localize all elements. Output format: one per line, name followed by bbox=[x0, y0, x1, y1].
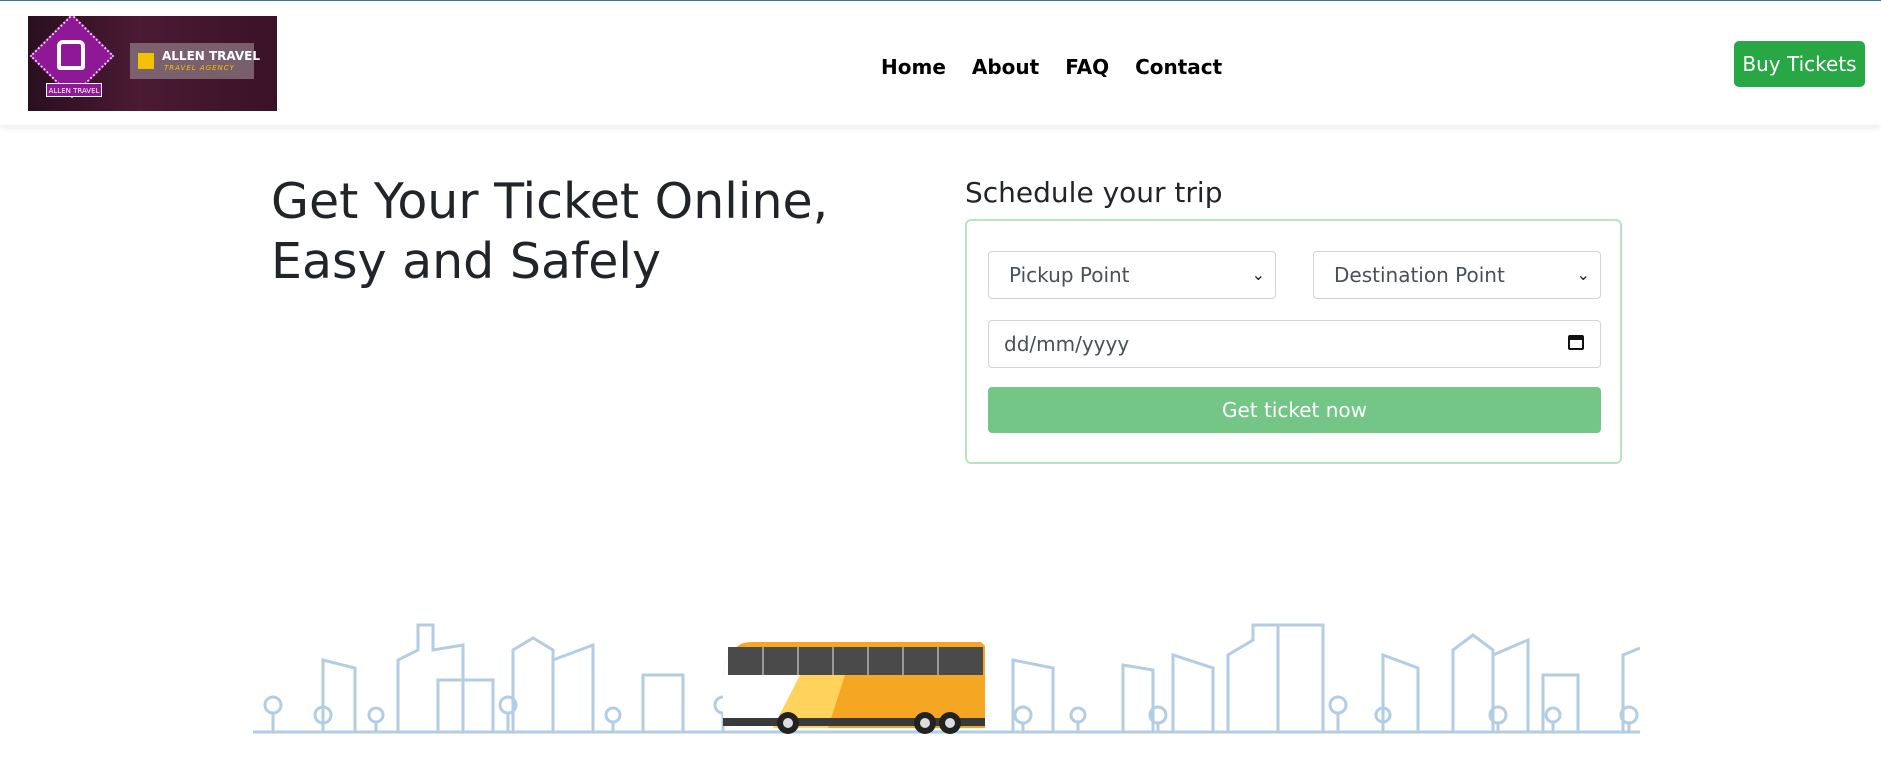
destination-select[interactable]: Destination Point ⌄ bbox=[1313, 251, 1601, 299]
form-heading: Schedule your trip bbox=[965, 176, 1223, 209]
site-logo[interactable]: ALLEN TRAVEL ALLEN TRAVEL TRAVEL AGENCY bbox=[28, 16, 277, 111]
hero-line-1: Get Your Ticket Online, bbox=[271, 173, 829, 230]
calendar-icon[interactable] bbox=[1568, 335, 1584, 350]
bus-image bbox=[723, 642, 985, 734]
bus-icon bbox=[57, 40, 85, 70]
nav-home[interactable]: Home bbox=[881, 55, 946, 79]
destination-select-value: Destination Point bbox=[1334, 263, 1505, 287]
site-header: ALLEN TRAVEL ALLEN TRAVEL TRAVEL AGENCY … bbox=[0, 1, 1881, 125]
chevron-down-icon: ⌄ bbox=[1576, 265, 1590, 284]
buy-tickets-button[interactable]: Buy Tickets bbox=[1734, 41, 1865, 87]
hero-title: Get Your Ticket Online, Easy and Safely bbox=[271, 172, 871, 292]
pickup-select[interactable]: Pickup Point ⌄ bbox=[988, 251, 1276, 299]
date-input[interactable]: dd/mm/yyyy bbox=[988, 320, 1601, 368]
logo-badge: ALLEN TRAVEL bbox=[46, 83, 102, 97]
logo-panel: ALLEN TRAVEL TRAVEL AGENCY bbox=[130, 43, 260, 79]
nav-faq[interactable]: FAQ bbox=[1065, 55, 1109, 79]
get-ticket-button[interactable]: Get ticket now bbox=[988, 387, 1601, 433]
main-nav: Home About FAQ Contact bbox=[881, 55, 1222, 79]
logo-title: ALLEN TRAVEL bbox=[162, 49, 261, 63]
chevron-down-icon: ⌄ bbox=[1251, 265, 1265, 284]
hero-line-2: Easy and Safely bbox=[271, 233, 661, 290]
pickup-select-value: Pickup Point bbox=[1009, 263, 1130, 287]
nav-about[interactable]: About bbox=[972, 55, 1039, 79]
logo-subtitle: TRAVEL AGENCY bbox=[164, 64, 235, 72]
logo-square-icon bbox=[138, 53, 154, 69]
city-bus-illustration bbox=[253, 623, 1640, 734]
date-input-placeholder: dd/mm/yyyy bbox=[1004, 332, 1130, 356]
nav-contact[interactable]: Contact bbox=[1135, 55, 1222, 79]
trip-form: Pickup Point ⌄ Destination Point ⌄ dd/mm… bbox=[965, 219, 1622, 464]
